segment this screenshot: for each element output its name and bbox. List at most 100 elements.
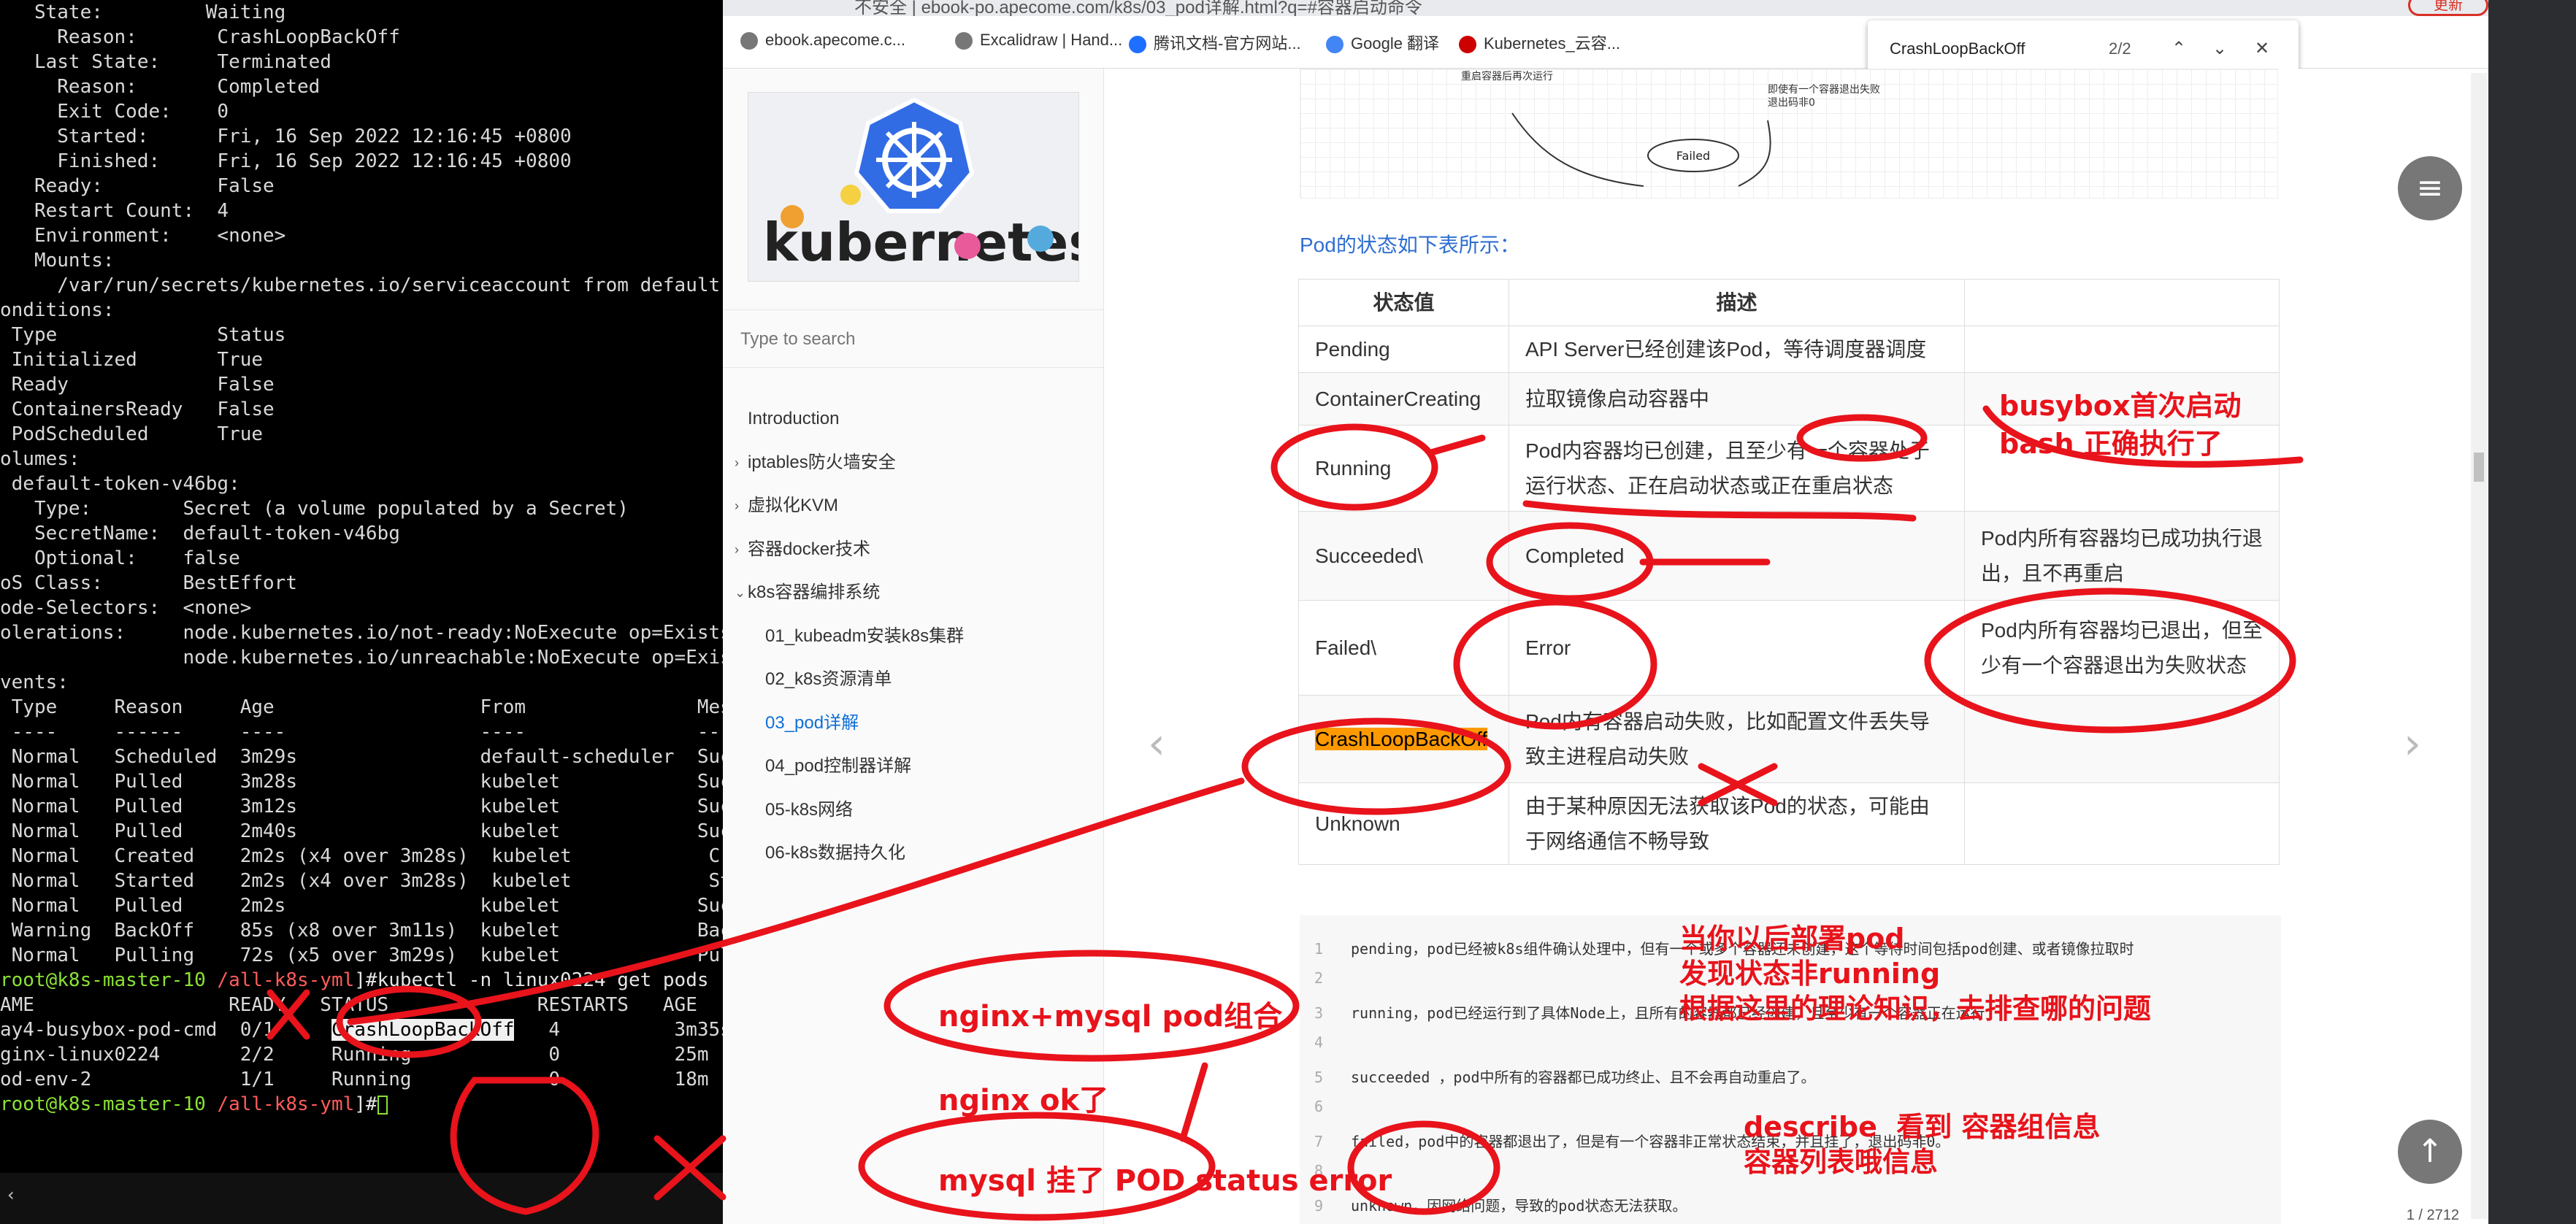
table-cell: Succeeded\: [1298, 511, 1509, 601]
sidebar-item[interactable]: 06-k8s数据持久化: [723, 833, 1104, 874]
find-next-button[interactable]: ⌄: [2208, 36, 2231, 60]
cell-text: Running: [1315, 456, 1392, 480]
terminal-line: Finished: Fri, 16 Sep 2022 12:16:45 +080…: [0, 149, 723, 174]
scrollbar[interactable]: [2471, 73, 2487, 1219]
table-cell: API Server已经创建该Pod，等待调度器调度: [1509, 326, 1965, 373]
terminal-text: ]#kubectl -n linux0224 get pods -owi: [354, 969, 723, 991]
table-row: Failed\ Error Pod内所有容器均已退出，但至少有一个容器退出为失败状态: [1298, 600, 2280, 696]
annotation-nginx-ok: nginx ok了: [938, 1084, 1109, 1117]
terminal-line: Normal Pulling 72s (x5 over 3m29s) kubel…: [0, 943, 723, 968]
terminal-text: vents:: [0, 671, 69, 693]
terminal-text: /var/run/secrets/kubernetes.io/serviceac…: [0, 274, 723, 296]
sidebar-item[interactable]: 01_kubeadm安装k8s集群: [723, 616, 1104, 657]
prev-page-icon[interactable]: ‹: [1148, 718, 1165, 769]
table-header: 状态值: [1298, 279, 1509, 326]
browser-window: 不安全 | ebook-po.apecome.com/k8s/03_pod详解.…: [723, 0, 2488, 1224]
bookmark-tencent-docs[interactable]: 腾讯文档-官方网站...: [1129, 31, 1301, 54]
terminal-statusbar: ‹: [0, 1173, 723, 1224]
cell-text: Pod内有容器启动失败，比如配置文件丢失导致主进程启动失败: [1525, 709, 1930, 768]
diagram-note: 重启容器后再次运行: [1461, 70, 1553, 82]
sidebar-item[interactable]: Introduction: [723, 399, 1104, 439]
sidebar-item-label: 03_pod详解: [765, 712, 859, 733]
terminal-line: ode-Selectors: <none>: [0, 596, 723, 620]
chevron-down-icon[interactable]: ⌄: [735, 572, 745, 613]
find-previous-button[interactable]: ⌃: [2167, 36, 2190, 60]
search-input[interactable]: [740, 326, 1076, 353]
google-translate-icon: [1326, 36, 1343, 54]
terminal-text: root@k8s-master-10: [0, 969, 218, 991]
cell-text: Error: [1525, 636, 1571, 659]
terminal-line: Type Reason Age From Messa: [0, 695, 723, 720]
annotation-nginx-mysql: nginx+mysql pod组合: [938, 1000, 1283, 1034]
scrollbar-thumb[interactable]: [2474, 453, 2484, 482]
address-bar[interactable]: 不安全 | ebook-po.apecome.com/k8s/03_pod详解.…: [723, 0, 2488, 18]
sidebar-item[interactable]: 04_pod控制器详解: [723, 746, 1104, 787]
line-number: 9: [1314, 1197, 1324, 1215]
bookmark-ebook[interactable]: ebook.apecome.c...: [740, 31, 905, 50]
terminal-line: oS Class: BestEffort: [0, 571, 723, 596]
terminal-text: 4 3m35s: [514, 1019, 723, 1041]
sidebar-item-label: 06-k8s数据持久化: [765, 843, 906, 863]
line-number: 3: [1314, 1004, 1324, 1022]
sidebar-item[interactable]: 02_k8s资源清单: [723, 659, 1104, 700]
line-number: 4: [1314, 1034, 1324, 1051]
cell-text: Completed: [1525, 544, 1625, 567]
diagram-note: 即使有一个容器退出失败: [1768, 83, 1880, 96]
tencent-docs-icon: [1129, 36, 1146, 54]
terminal-text: oS Class: BestEffort: [0, 572, 297, 594]
find-input[interactable]: CrashLoopBackOff: [1890, 39, 2025, 58]
bookmark-excalidraw[interactable]: Excalidraw | Hand...: [955, 31, 1122, 50]
book-sidebar: kubernetes Introduction › iptables防火墙安全 › 虚拟…: [723, 69, 1104, 1224]
terminal-text: ode-Selectors: <none>: [0, 597, 252, 619]
chevron-right-icon[interactable]: ›: [735, 442, 739, 483]
sidebar-item[interactable]: › 容器docker技术: [723, 529, 1104, 570]
terminal-text: Normal Pulled 3m12s kubelet Succe: [0, 796, 723, 817]
terminal-line: Type: Secret (a volume populated by a Se…: [0, 496, 723, 521]
terminal-line: Last State: Terminated: [0, 50, 723, 74]
terminal-text: Started: Fri, 16 Sep 2022 12:16:45 +0800: [0, 126, 572, 147]
terminal-text: root@k8s-master-10: [0, 1093, 218, 1115]
menu-icon[interactable]: ≡: [2398, 156, 2462, 220]
terminal-text: Environment: <none>: [0, 225, 286, 247]
sidebar-item[interactable]: 03_pod详解: [723, 703, 1104, 744]
chevron-left-icon[interactable]: ‹: [7, 1185, 26, 1205]
find-close-button[interactable]: ✕: [2250, 36, 2274, 60]
terminal-text: olerations: node.kubernetes.io/not-ready…: [0, 622, 723, 644]
sidebar-item[interactable]: › 虚拟化KVM: [723, 485, 1104, 526]
cell-text: Pod内所有容器均已成功执行退出，且不再重启: [1981, 526, 2263, 585]
annotation-busybox: busybox首次启动 bash 正确执行了: [1999, 390, 2242, 460]
sidebar-item-label: 02_k8s资源清单: [765, 669, 892, 689]
sidebar-item[interactable]: › iptables防火墙安全: [723, 442, 1104, 483]
terminal-text: ginx-linux0224 2/2 Running 0 25m: [0, 1044, 709, 1066]
sidebar-item-label: iptables防火墙安全: [748, 452, 896, 472]
chevron-right-icon[interactable]: ›: [735, 529, 739, 570]
line-number: 1: [1314, 940, 1324, 958]
terminal-text: default-token-v46bg:: [0, 473, 240, 495]
terminal-window[interactable]: State: Waiting Reason: CrashLoopBackOff …: [0, 0, 723, 1224]
sidebar-item[interactable]: ⌄ k8s容器编排系统: [723, 572, 1104, 613]
table-cell: 由于某种原因无法获取该Pod的状态，可能由于网络通信不畅导致: [1509, 782, 1965, 865]
bookmark-kubernetes[interactable]: Kubernetes_云容...: [1459, 31, 1620, 54]
sidebar-item[interactable]: 05-k8s网络: [723, 790, 1104, 831]
terminal-text: node.kubernetes.io/unreachable:NoExecute…: [0, 647, 723, 669]
table-row: Unknown 由于某种原因无法获取该Pod的状态，可能由于网络通信不畅导致: [1298, 782, 2280, 865]
terminal-line: PodScheduled True: [0, 422, 723, 447]
cell-text: Unknown: [1315, 812, 1400, 835]
terminal-text: Last State: Terminated: [0, 51, 331, 73]
update-button[interactable]: 更新: [2408, 0, 2488, 16]
next-page-icon[interactable]: ›: [2404, 718, 2421, 769]
cell-text: Pod内所有容器均已退出，但至少有一个容器退出为失败状态: [1981, 618, 2263, 677]
terminal-text: olumes:: [0, 448, 80, 470]
cell-text: Succeeded\: [1315, 544, 1423, 567]
terminal-line: olumes:: [0, 447, 723, 471]
back-to-top-icon[interactable]: ↑: [2398, 1120, 2462, 1184]
terminal-text: Finished: Fri, 16 Sep 2022 12:16:45 +080…: [0, 150, 572, 172]
terminal-text: PodScheduled True: [0, 423, 264, 445]
terminal-text: onditions:: [0, 299, 115, 321]
terminal-line: State: Waiting: [0, 0, 723, 25]
chevron-right-icon[interactable]: ›: [735, 485, 739, 526]
terminal-line: Started: Fri, 16 Sep 2022 12:16:45 +0800: [0, 124, 723, 149]
bookmark-google-translate[interactable]: Google 翻译: [1326, 31, 1439, 54]
table-cell: Running: [1298, 425, 1509, 512]
line-number: 2: [1314, 969, 1324, 987]
